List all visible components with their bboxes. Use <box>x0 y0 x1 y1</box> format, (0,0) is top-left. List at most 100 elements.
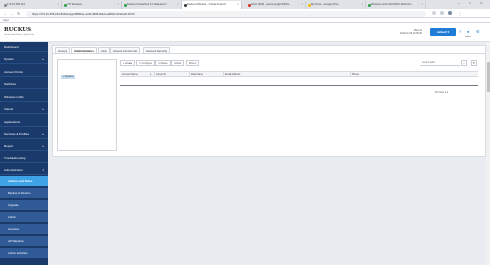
tree-node-system[interactable]: ▪ System <box>61 75 76 79</box>
refresh-icon[interactable]: ↻ <box>471 60 477 66</box>
main-area: Groups Administrators AAA Access Control… <box>48 42 490 265</box>
more-button[interactable]: More ▾ <box>186 60 200 66</box>
star-icon[interactable] <box>432 11 436 15</box>
chevron-icon: ▸ <box>42 57 44 61</box>
sidebar-item-access-points[interactable]: Access Points <box>0 67 48 77</box>
sidebar-item-services-profiles[interactable]: Services & Profiles ▸ <box>0 129 48 139</box>
sidebar-subitem-admin-activities[interactable]: Admin activities <box>0 248 48 258</box>
user-icon[interactable]: ● <box>467 29 469 34</box>
col-account-name[interactable]: Account Name <box>122 72 138 77</box>
close-icon[interactable]: × <box>301 1 303 9</box>
apps-bookmark[interactable]: Apps <box>3 19 9 22</box>
profile-avatar[interactable] <box>448 11 452 15</box>
maximize-icon[interactable]: □ <box>469 1 471 5</box>
close-icon[interactable]: × <box>237 1 239 9</box>
sidebar-item-switches[interactable]: Switches <box>0 79 48 89</box>
sidebar-item-system[interactable]: System ▸ <box>0 54 48 64</box>
tab-favicon <box>63 3 67 7</box>
minimize-icon[interactable]: – <box>458 1 460 5</box>
sidebar-item-clients[interactable]: Clients ▸ <box>0 104 48 114</box>
tab-favicon <box>367 3 371 7</box>
sidebar-item-administration[interactable]: Administration ▾ <box>0 165 48 175</box>
col-email[interactable]: Email Address <box>223 72 240 77</box>
delete-button[interactable]: ✕ Delete <box>155 60 171 66</box>
table-body-divider <box>120 85 478 86</box>
menu-icon[interactable]: ⋮ <box>458 11 462 16</box>
sidebar-subitem-admin[interactable]: Admin <box>0 212 48 222</box>
chevron-icon: ▾ <box>42 168 44 172</box>
administrators-table: Account Name ▾ Group ID Real Name Email … <box>120 69 478 89</box>
browser-tab-0[interactable]: 172.16.255.210 × <box>2 1 62 9</box>
browser-tab-bar: 172.16.255.210 × VTI Wireless × Ruckus Sma… <box>0 0 490 9</box>
sidebar-item-report[interactable]: Report ▸ <box>0 141 48 151</box>
sidebar-item-label: Dashboard <box>4 45 19 49</box>
close-icon[interactable]: × <box>421 1 423 9</box>
col-real-name[interactable]: Real Name <box>189 72 203 77</box>
sidebar-item-wireless-lans[interactable]: Wireless LANs <box>0 92 48 102</box>
browser-tab-2[interactable]: Ruckus SmartZone 5.1 Release N × <box>122 1 182 9</box>
create-button[interactable]: + Create <box>120 60 136 66</box>
forward-icon[interactable]: → <box>10 11 14 16</box>
sidebar-item-troubleshooting[interactable]: Troubleshooting <box>0 153 48 163</box>
tab-label: My Drive - Google Drive <box>311 3 339 6</box>
tree-node-label: System <box>64 75 74 78</box>
app-header: RUCKUS Virtual SmartZone · High Scale We… <box>0 23 490 42</box>
settings-icon[interactable]: ⚙ <box>476 29 480 34</box>
address-bar: ← → ↻ https://172.16.255.210:8443/cwpp/f… <box>0 9 490 18</box>
group-tree-panel: ▪ System <box>57 59 117 151</box>
close-icon[interactable]: × <box>57 1 59 9</box>
search-input[interactable] <box>420 60 460 66</box>
sidebar-subitem-admins-roles[interactable]: Admins and Roles <box>0 176 48 186</box>
url-field[interactable]: https://172.16.255.210:8443/cwpp/ff8f36c… <box>26 10 426 17</box>
table-header: Account Name ▾ Group ID Real Name Email … <box>120 71 478 77</box>
sidebar-item-label: Access Points <box>4 70 23 74</box>
close-icon[interactable]: × <box>361 1 363 9</box>
browser-tab-6[interactable]: Wireless Links WLF/WLF-MIS-Firm × <box>366 1 426 9</box>
extension-icon[interactable] <box>440 11 444 15</box>
reload-icon[interactable]: ↻ <box>17 11 20 16</box>
back-icon[interactable]: ← <box>3 11 7 16</box>
tabs-divider <box>53 53 485 54</box>
search-icon[interactable]: ⌕ <box>461 60 467 66</box>
sidebar-item-applications[interactable]: Applications <box>0 117 48 127</box>
header-datetime: Wed 11 2019-11-06 10:06:20 <box>392 29 422 35</box>
sidebar-subitem-backup-restore[interactable]: Backup & Restore <box>0 188 48 198</box>
sidebar-subitem-ap-migration[interactable]: AP Migration <box>0 236 48 246</box>
browser-tab-5[interactable]: My Drive - Google Drive × <box>306 1 366 9</box>
browser-tab-3[interactable]: Ruckus Wireless - Virtual Smart Z × <box>182 1 242 9</box>
chevron-icon: ▸ <box>42 107 44 111</box>
logo-subtitle: Virtual SmartZone · High Scale <box>4 34 35 36</box>
close-icon[interactable]: × <box>117 1 119 9</box>
page-scrollbar[interactable] <box>486 42 490 265</box>
browser-tab-1[interactable]: VTI Wireless × <box>62 1 122 9</box>
window-close-icon[interactable]: ✕ <box>480 1 483 5</box>
help-icon[interactable]: ? <box>459 29 461 34</box>
tab-favicon <box>247 3 251 7</box>
configure-button[interactable]: ✎ Configure <box>136 60 156 66</box>
domain-select-button[interactable]: default ▾ <box>430 28 456 36</box>
sidebar-subitem-upgrade[interactable]: Upgrade <box>0 200 48 210</box>
chevron-icon: ▸ <box>42 132 44 136</box>
tab-label: Ruckus Wireless - Virtual Smart Z <box>187 3 226 6</box>
sidebar-item-label: Troubleshooting <box>4 156 26 160</box>
close-icon[interactable]: × <box>177 1 179 9</box>
col-phone[interactable]: Phone <box>350 72 359 77</box>
sidebar-subitem-licenses[interactable]: Licenses <box>0 224 48 234</box>
tab-favicon <box>183 3 187 7</box>
scrollbar-thumb[interactable] <box>486 62 490 92</box>
sort-icon[interactable]: ▾ <box>150 72 151 77</box>
col-group-id[interactable]: Group ID <box>154 72 166 77</box>
rows-per-page[interactable]: Per Item 1 ▾ <box>435 91 448 94</box>
tab-label: Ruckus SmartZone 5.1 Release N <box>127 3 167 6</box>
sidebar-item-dashboard[interactable]: Dashboard <box>0 42 48 52</box>
sidebar-item-label: Report <box>4 144 14 148</box>
tab-label: 172.16.255.210 <box>7 3 26 6</box>
ruckus-logo: RUCKUS <box>4 27 32 33</box>
admin-username: admin <box>465 36 471 38</box>
sidebar-item-label: Wireless LANs <box>4 95 24 99</box>
browser-tab-4[interactable]: Inbox (825) - jsaunmey@VRSSS... × <box>246 1 306 9</box>
sidebar-item-label: Clients <box>4 107 14 111</box>
unlock-button[interactable]: Unlock <box>171 60 185 66</box>
tab-favicon <box>3 3 7 7</box>
sidebar-item-label: Applications <box>4 120 21 124</box>
